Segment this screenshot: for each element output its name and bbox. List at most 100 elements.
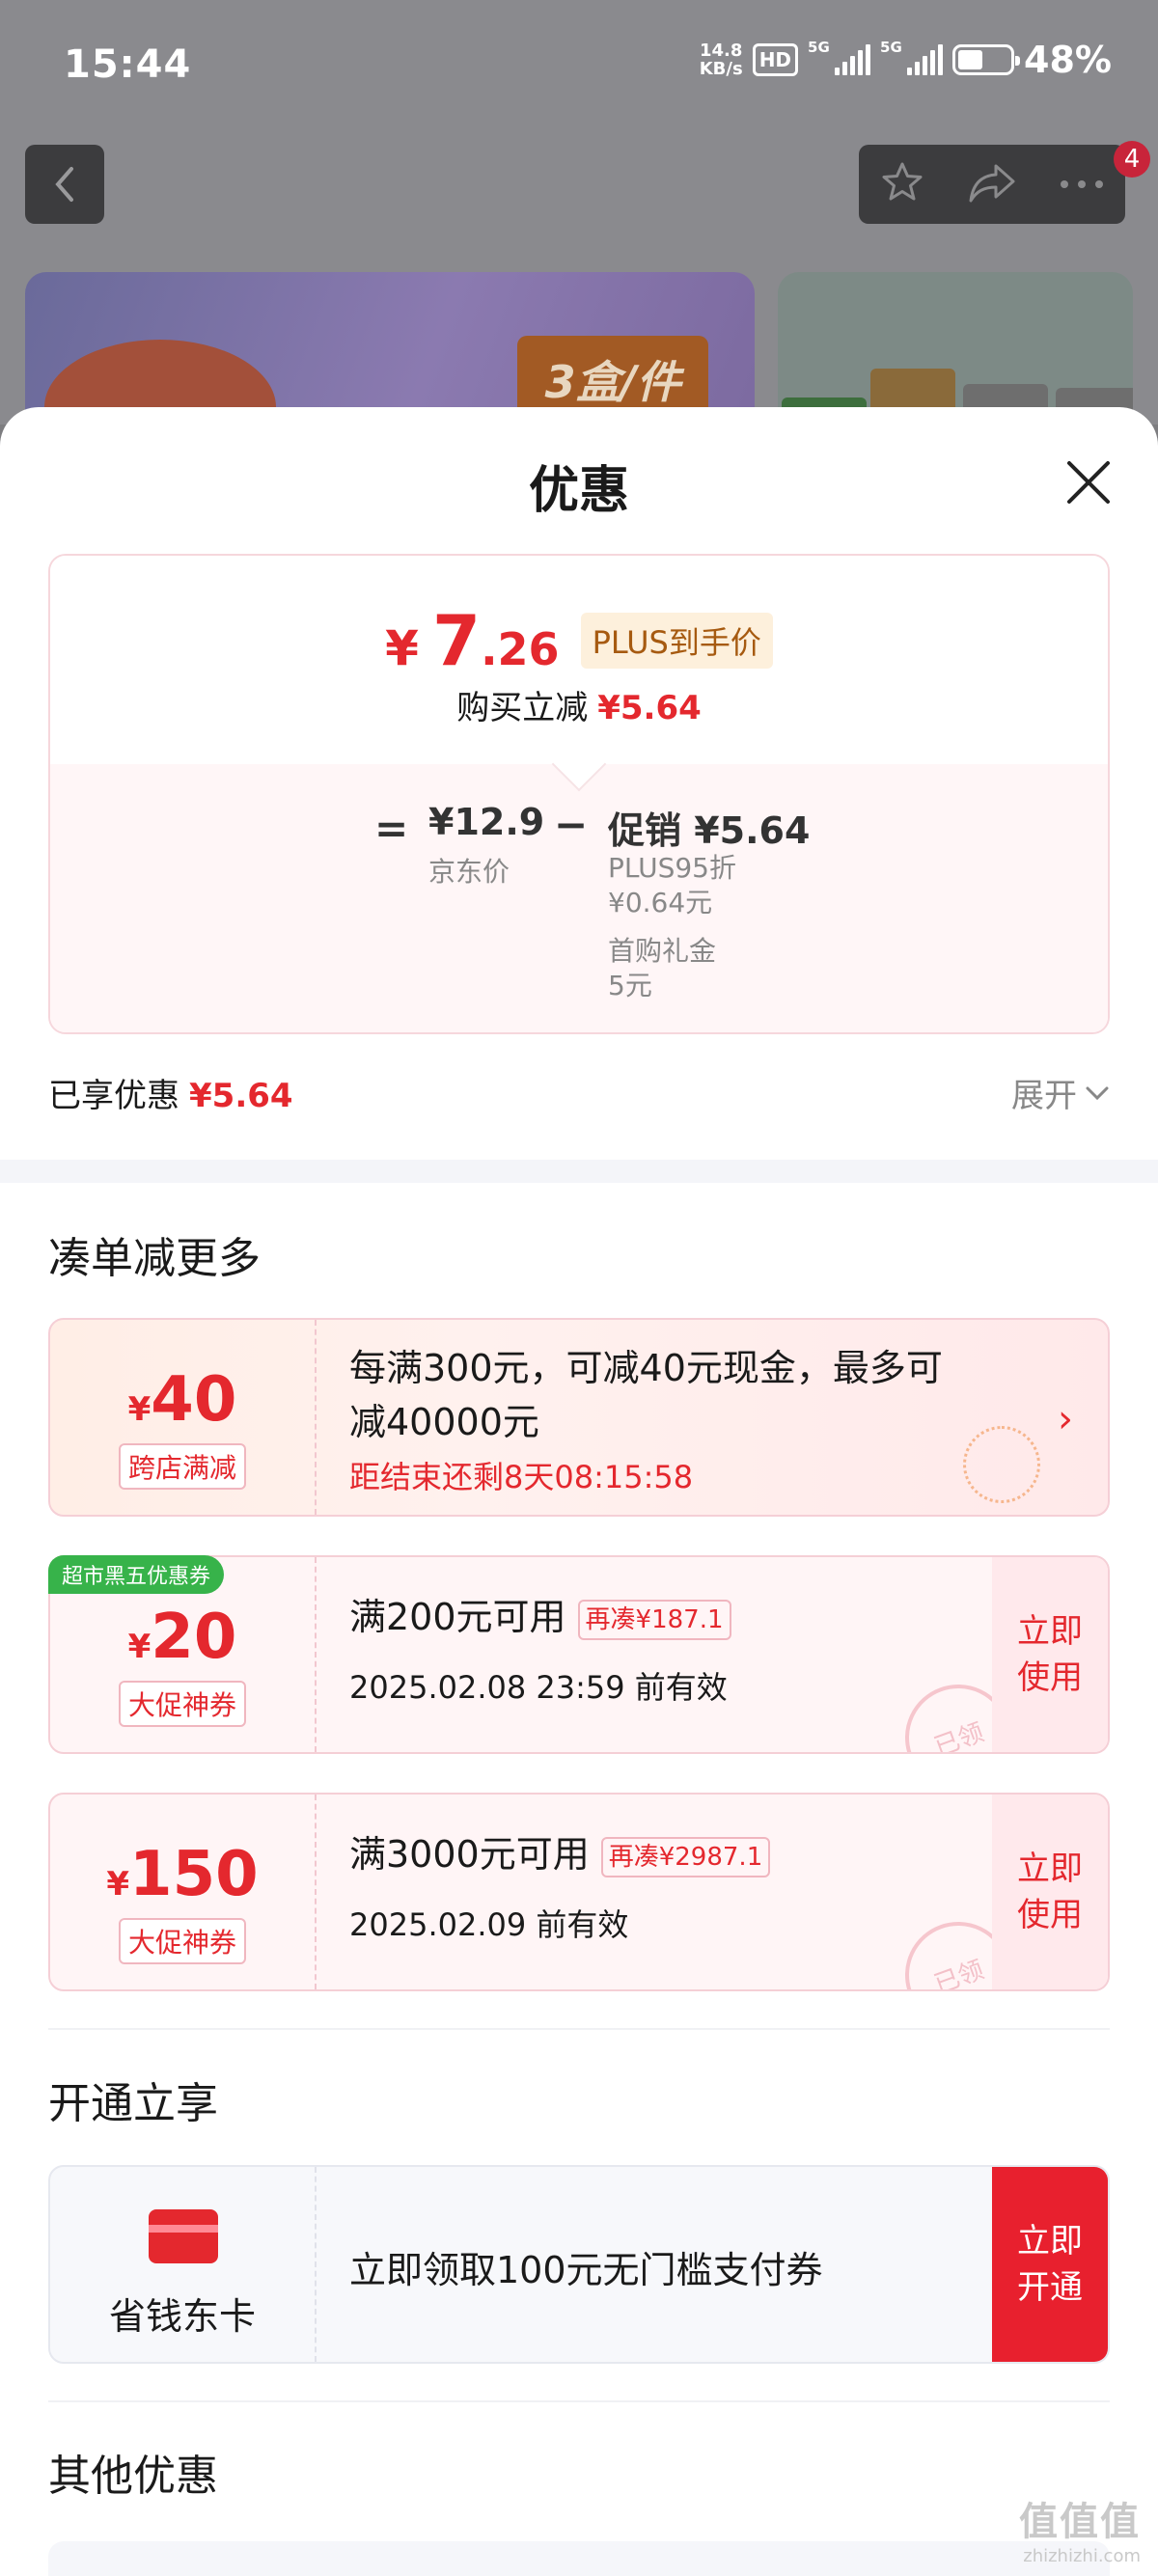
favorite-button[interactable]: [879, 159, 925, 209]
section-title-open: 开通立享: [48, 2079, 218, 2128]
plus-price-tag: PLUS到手价: [580, 613, 773, 669]
enjoyed-discount: 已享优惠 ¥5.64: [48, 1069, 293, 1116]
card-icon: [149, 2209, 218, 2263]
more-button[interactable]: [1059, 176, 1105, 194]
watermark: 值值值 zhizhizhi.com: [1019, 2490, 1141, 2566]
final-price-int: 7: [431, 600, 482, 681]
chevron-left-icon: [55, 167, 73, 202]
battery-icon: [952, 44, 1021, 75]
back-button[interactable]: [25, 145, 104, 224]
coupon-divider: [315, 1795, 317, 1989]
enjoyed-amount: ¥5.64: [189, 1077, 293, 1115]
status-icons: 14.8 KB/s HD 5G 5G 48%: [700, 39, 1112, 81]
coupon-condition-text: 满200元可用: [349, 1596, 566, 1638]
star-icon: [882, 162, 923, 201]
speed-unit: KB/s: [699, 59, 743, 79]
coupon-condition: 满3000元可用 再凑¥2987.1: [349, 1827, 771, 1881]
coupon-currency: ¥: [106, 1865, 130, 1904]
coupon-validity: 2025.02.09 前有效: [349, 1906, 629, 1943]
supermarket-badge: 超市黑五优惠券: [48, 1555, 225, 1594]
coupon-amount: ¥40: [50, 1364, 315, 1436]
hd-icon: HD: [752, 43, 799, 76]
close-icon[interactable]: [1062, 455, 1116, 509]
card-description: 立即领取100元无门槛支付券: [349, 2249, 823, 2291]
coupon-currency: ¥: [127, 1390, 152, 1429]
use-now-button[interactable]: 立即 使用: [992, 1557, 1108, 1752]
equals-sign: =: [374, 805, 409, 852]
coupon-value: 150: [129, 1839, 259, 1910]
reup-tag: 再凑¥187.1: [577, 1599, 731, 1640]
notification-badge: 4: [1114, 141, 1150, 178]
top-action-bar: [859, 145, 1125, 224]
instant-discount: 购买立减 ¥5.64: [50, 681, 1108, 728]
price-breakdown: ¥ 7 .26 PLUS到手价 购买立减 ¥5.64 = ¥12.9 京东价 − …: [48, 554, 1110, 1034]
promo-detail: 首购礼金: [608, 935, 717, 967]
coupon-line2: 减40000元: [349, 1401, 539, 1443]
coupon-condition: 满200元可用 再凑¥187.1: [349, 1590, 731, 1644]
coupon-amount: ¥150: [50, 1839, 315, 1910]
promo-detail: PLUS95折: [608, 852, 736, 884]
section-title-more: 凑单减更多: [48, 1234, 261, 1283]
chevron-down-icon: [1086, 1086, 1109, 1100]
section-title-other: 其他优惠: [48, 2452, 218, 2501]
battery-percent: 48%: [1024, 39, 1112, 81]
card-name: 省钱东卡: [108, 2295, 256, 2338]
divider-line: [48, 2028, 1110, 2030]
signal-icon: 5G: [808, 39, 871, 75]
coupon-3000[interactable]: ¥150 大促神券 满3000元可用 再凑¥2987.1 2025.02.09 前…: [48, 1793, 1110, 1991]
enjoyed-label: 已享优惠: [48, 1077, 179, 1115]
other-offers-card[interactable]: [48, 2541, 1110, 2576]
currency-symbol: ¥: [385, 620, 419, 676]
coupon-currency: ¥: [127, 1628, 152, 1666]
coupon-countdown: 距结束还剩8天08:15:58: [349, 1459, 694, 1495]
status-time: 15:44: [64, 42, 192, 87]
watermark-url: zhizhizhi.com: [1023, 2546, 1141, 2566]
chevron-right-icon: ›: [1058, 1397, 1073, 1441]
coupon-tag-label: 大促神券: [118, 1918, 246, 1964]
watermark-logo: 值值值: [1019, 2500, 1141, 2544]
share-button[interactable]: [967, 160, 1017, 208]
minus-sign: −: [554, 801, 589, 848]
signal-label: 5G: [808, 39, 830, 56]
jd-price: ¥12.9: [428, 801, 545, 843]
instant-label: 购买立减: [456, 689, 589, 727]
instant-amount: ¥5.64: [597, 689, 702, 727]
divider-line: [48, 2400, 1110, 2402]
coupon-divider: [315, 1557, 317, 1752]
expand-label: 展开: [1011, 1077, 1077, 1115]
promo-detail: 5元: [608, 970, 652, 1001]
use-now-button[interactable]: 立即 使用: [992, 1795, 1108, 1989]
coupon-tag-label: 跨店满减: [118, 1443, 246, 1490]
open-now-button[interactable]: 立即 开通: [992, 2167, 1108, 2362]
cross-store-coupon[interactable]: ¥40 跨店满减 每满300元，可减40元现金，最多可 减40000元 距结束还…: [48, 1318, 1110, 1517]
coupon-value: 20: [151, 1602, 237, 1673]
coupon-tag-label: 大促神券: [118, 1681, 246, 1727]
network-speed: 14.8 KB/s: [700, 41, 743, 78]
expand-button[interactable]: 展开: [1011, 1069, 1110, 1116]
background-page: 15:44 14.8 KB/s HD 5G 5G 48% 4 3盒/件: [0, 0, 1158, 446]
discount-sheet: 优惠 ¥ 7 .26 PLUS到手价 购买立减 ¥5.64 = ¥12.9 京东价…: [0, 407, 1158, 2576]
card-divider: [315, 2167, 317, 2362]
sheet-title: 优惠: [528, 462, 629, 520]
section-gap: [0, 1160, 1158, 1183]
coupon-description: 每满300元，可减40元现金，最多可 减40000元: [349, 1341, 943, 1449]
sparkle-decoration: [963, 1426, 1040, 1503]
savings-card[interactable]: 省钱东卡 立即领取100元无门槛支付券 立即 开通: [48, 2165, 1110, 2364]
promo-detail: ¥0.64元: [608, 887, 713, 918]
signal-label-2: 5G: [880, 39, 902, 56]
coupon-line1: 每满300元，可减40元现金，最多可: [349, 1347, 943, 1389]
coupon-tag: 大促神券: [50, 1681, 315, 1727]
battery-level: [958, 50, 982, 69]
coupon-amount: ¥20: [50, 1602, 315, 1673]
status-bar: 15:44 14.8 KB/s HD 5G 5G 48%: [0, 0, 1158, 130]
coupon-divider: [315, 1320, 317, 1515]
coupon-condition-text: 满3000元可用: [349, 1833, 590, 1876]
promo-total: 促销 ¥5.64: [608, 809, 811, 852]
speed-value: 14.8: [699, 41, 743, 61]
coupon-tag: 大促神券: [50, 1918, 315, 1964]
final-price: ¥ 7 .26 PLUS到手价: [50, 600, 1108, 681]
reup-tag: 再凑¥2987.1: [600, 1836, 771, 1877]
coupon-validity: 2025.02.08 23:59 前有效: [349, 1669, 728, 1706]
share-icon: [969, 164, 1015, 203]
more-icon: [1060, 179, 1103, 188]
